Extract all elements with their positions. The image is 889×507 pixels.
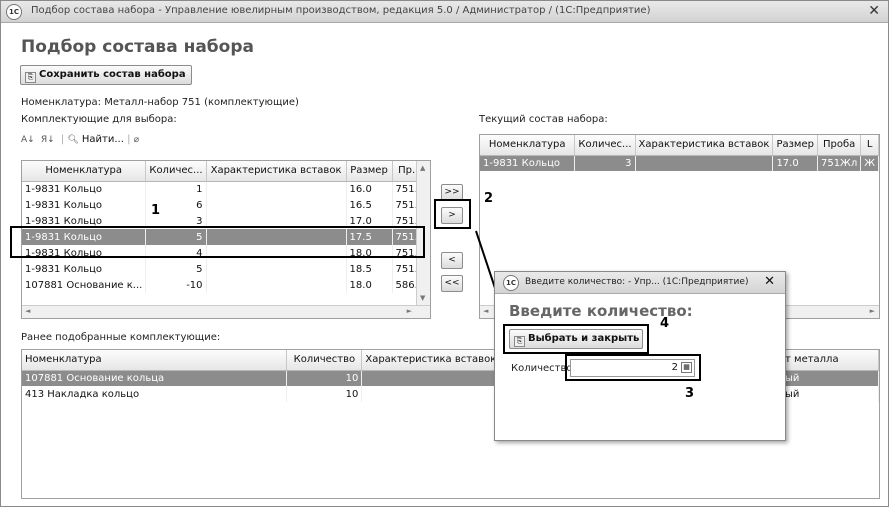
magnifier-icon: 🔍︎ — [67, 135, 79, 145]
dialog-title: Введите количество: - Упр... (1С:Предпри… — [525, 277, 749, 287]
col-quantity[interactable]: Количество — [286, 350, 363, 371]
nomenclature-label: Номенклатура: Металл-набор 751 (комплект… — [21, 97, 299, 108]
col-size[interactable]: Размер — [346, 161, 393, 182]
sort-desc-icon[interactable]: Я↓ — [41, 135, 55, 145]
app-logo-icon: 1С — [503, 275, 519, 291]
find-label: Найти... — [81, 134, 124, 145]
dialog-close-icon[interactable]: ✕ — [764, 274, 775, 289]
highlight-box-row — [10, 226, 425, 258]
sort-asc-icon[interactable]: A↓ — [21, 135, 35, 145]
window-title: Подбор состава набора - Управление ювели… — [31, 5, 651, 16]
save-icon: ⎘ — [25, 72, 36, 83]
annotation-2: 2 — [484, 191, 494, 206]
annotation-3: 3 — [685, 386, 695, 401]
horizontal-scrollbar[interactable]: ◄ ► — [22, 305, 430, 318]
title-bar: 1С Подбор состава набора - Управление юв… — [1, 1, 888, 23]
main-window: 1С Подбор состава набора - Управление юв… — [0, 0, 889, 507]
col-nomenclature[interactable]: Номенклатура — [22, 161, 147, 182]
bottom-panel-label: Ранее подобранные комплектующие: — [21, 332, 221, 343]
left-toolbar: A↓ Я↓ | 🔍︎ Найти... | ⌀ — [21, 134, 140, 145]
find-button[interactable]: 🔍︎ Найти... — [67, 134, 123, 145]
col-nomenclature[interactable]: Номенклатура — [480, 135, 576, 156]
right-panel-label: Текущий состав набора: — [479, 114, 608, 125]
col-nomenclature[interactable]: Номенклатура — [22, 350, 288, 371]
quantity-dialog: 1С Введите количество: - Упр... (1С:Пред… — [494, 271, 786, 441]
col-probe[interactable]: Проба — [817, 135, 862, 156]
table-row[interactable]: 1-9831 Кольцо 6 16.5 751... — [22, 197, 429, 213]
remove-button[interactable]: < — [441, 252, 463, 269]
clear-search-icon[interactable]: ⌀ — [134, 135, 139, 145]
col-extra[interactable]: L — [860, 135, 879, 156]
remove-all-button[interactable]: << — [441, 275, 463, 292]
close-icon[interactable]: ✕ — [868, 3, 880, 19]
app-logo-icon: 1С — [6, 4, 22, 20]
highlight-box-dialog-button — [503, 324, 649, 354]
highlight-box-quantity — [565, 354, 701, 381]
col-metal[interactable]: т металла — [781, 350, 879, 371]
highlight-box-add — [434, 199, 471, 229]
col-size[interactable]: Размер — [772, 135, 818, 156]
col-inserts[interactable]: Характеристика вставок — [206, 161, 347, 182]
save-button-label: Сохранить состав набора — [39, 69, 186, 80]
col-quantity[interactable]: Количес... — [145, 161, 207, 182]
table-row[interactable]: 107881 Основание к... -10 18.0 586... — [22, 277, 429, 293]
annotation-4: 4 — [660, 316, 670, 331]
table-row-selected[interactable]: 1-9831 Кольцо 3 17.0 751Жл Ж — [480, 155, 879, 171]
col-quantity[interactable]: Количес... — [574, 135, 636, 156]
dialog-title-bar: 1С Введите количество: - Упр... (1С:Пред… — [495, 272, 785, 294]
save-composition-button[interactable]: ⎘ Сохранить состав набора — [20, 65, 192, 85]
col-inserts[interactable]: Характеристика вставок — [635, 135, 774, 156]
left-panel-label: Комплектующие для выбора: — [21, 114, 177, 125]
annotation-1: 1 — [151, 203, 161, 218]
page-title: Подбор состава набора — [21, 37, 254, 57]
table-row[interactable]: 1-9831 Кольцо 5 18.5 751... — [22, 261, 429, 277]
table-row[interactable]: 1-9831 Кольцо 1 16.0 751... — [22, 181, 429, 197]
